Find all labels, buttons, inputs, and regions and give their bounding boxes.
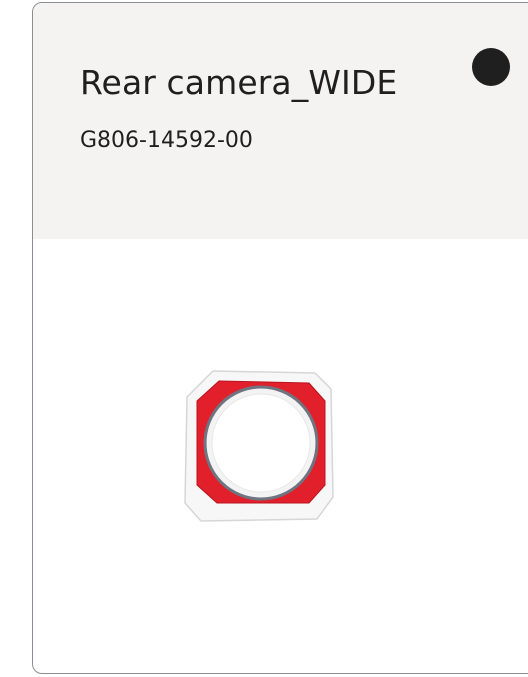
lens-glass-inner-shape bbox=[211, 393, 311, 493]
part-card[interactable]: Rear camera_WIDE G806-14592-00 bbox=[32, 2, 528, 674]
status-dot-icon bbox=[472, 48, 510, 86]
part-number: G806-14592-00 bbox=[80, 128, 253, 153]
part-title: Rear camera_WIDE bbox=[80, 63, 398, 102]
camera-lens-cover-image bbox=[184, 370, 334, 522]
lens-highlight-shape bbox=[227, 417, 259, 437]
card-header: Rear camera_WIDE G806-14592-00 bbox=[33, 3, 528, 239]
